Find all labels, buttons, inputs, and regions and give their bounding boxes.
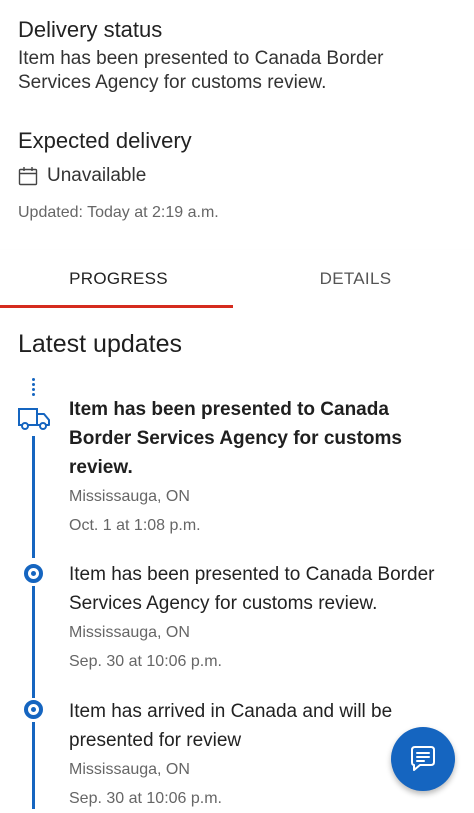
event-description: Item has been presented to Canada Border… — [69, 564, 435, 614]
event-location: Mississauga, ON — [69, 488, 190, 505]
delivery-summary: Delivery status Item has been presented … — [0, 0, 474, 224]
expected-delivery-value: Unavailable — [47, 165, 147, 186]
timeline-line — [32, 722, 35, 809]
tracking-event: Item has been presented to Canada Border… — [69, 395, 461, 540]
timeline-node — [24, 700, 43, 719]
event-location: Mississauga, ON — [69, 624, 190, 641]
timeline-node — [24, 564, 43, 583]
event-description: Item has been presented to Canada Border… — [69, 399, 402, 478]
delivery-status-text: Item has been presented to Canada Border… — [18, 48, 384, 93]
chat-button[interactable] — [391, 727, 455, 791]
calendar-icon — [18, 167, 38, 186]
expected-delivery-row: Unavailable — [18, 163, 456, 189]
tab-details[interactable]: DETAILS — [237, 250, 474, 308]
chat-icon — [411, 746, 435, 771]
tracking-event: Item has been presented to Canada Border… — [69, 560, 461, 676]
tab-bar: PROGRESS DETAILS — [0, 250, 474, 308]
event-time: Sep. 30 at 10:06 p.m. — [69, 653, 222, 670]
delivery-status-title: Delivery status — [18, 17, 163, 42]
timeline-line — [32, 586, 35, 698]
tab-progress[interactable]: PROGRESS — [0, 250, 237, 308]
event-time: Oct. 1 at 1:08 p.m. — [69, 517, 201, 534]
updated-timestamp: Updated: Today at 2:19 a.m. — [18, 204, 219, 221]
timeline-dotted-segment — [32, 378, 35, 396]
timeline-line — [32, 436, 35, 558]
expected-delivery-title: Expected delivery — [18, 128, 192, 153]
latest-updates-title: Latest updates — [18, 330, 183, 358]
truck-icon — [17, 404, 51, 432]
